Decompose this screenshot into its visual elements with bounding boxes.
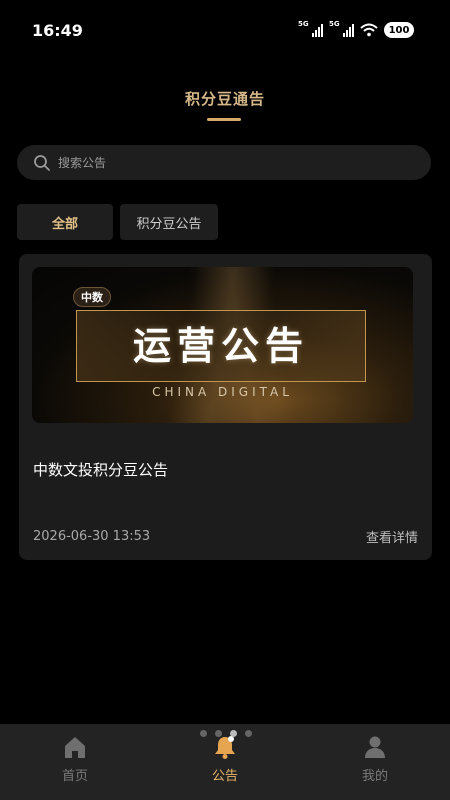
tabbar-label-notice: 公告 <box>211 769 238 784</box>
announcement-card[interactable]: 中数 运营公告 CHINA DIGITAL 中数文投积分豆公告 2026-06-… <box>19 254 432 560</box>
wifi-icon <box>360 23 378 37</box>
page-title: 积分豆通告 <box>184 90 265 108</box>
bell-icon <box>215 736 235 759</box>
tab-all[interactable]: 全部 <box>17 204 113 240</box>
home-icon <box>65 737 85 758</box>
view-details-link[interactable]: 查看详情 <box>366 527 418 546</box>
signal-label: 5G <box>329 20 340 28</box>
status-icons: 5G 5G 100 <box>298 20 414 38</box>
search-bar[interactable] <box>17 145 431 180</box>
signal-label: 5G <box>298 20 309 28</box>
banner-headline: 运营公告 <box>132 324 309 368</box>
cellular-signal-icon: 5G <box>329 20 354 37</box>
tabbar-item-mine[interactable]: 我的 <box>300 724 450 800</box>
tabbar-label-home: 首页 <box>61 769 88 784</box>
announcement-date: 2026-06-30 13:53 <box>33 529 151 544</box>
announcement-title[interactable]: 中数文投积分豆公告 <box>33 459 168 480</box>
battery-icon: 100 <box>384 22 414 38</box>
status-bar: 16:49 5G 5G 100 <box>0 0 450 60</box>
status-time: 16:49 <box>32 20 83 40</box>
tabbar-label-mine: 我的 <box>361 769 388 784</box>
tabbar-item-home[interactable]: 首页 <box>0 724 150 800</box>
search-input[interactable] <box>58 155 398 170</box>
title-underline <box>207 118 241 121</box>
tab-points-notice[interactable]: 积分豆公告 <box>120 204 218 240</box>
page-indicator-dots <box>200 730 252 737</box>
user-icon <box>365 736 385 758</box>
cellular-signal-icon: 5G <box>298 20 323 37</box>
banner-chip: 中数 <box>73 287 111 307</box>
announcement-banner-image: 中数 运营公告 CHINA DIGITAL <box>32 267 413 423</box>
search-icon <box>34 154 50 171</box>
banner-subtitle: CHINA DIGITAL <box>152 385 293 399</box>
